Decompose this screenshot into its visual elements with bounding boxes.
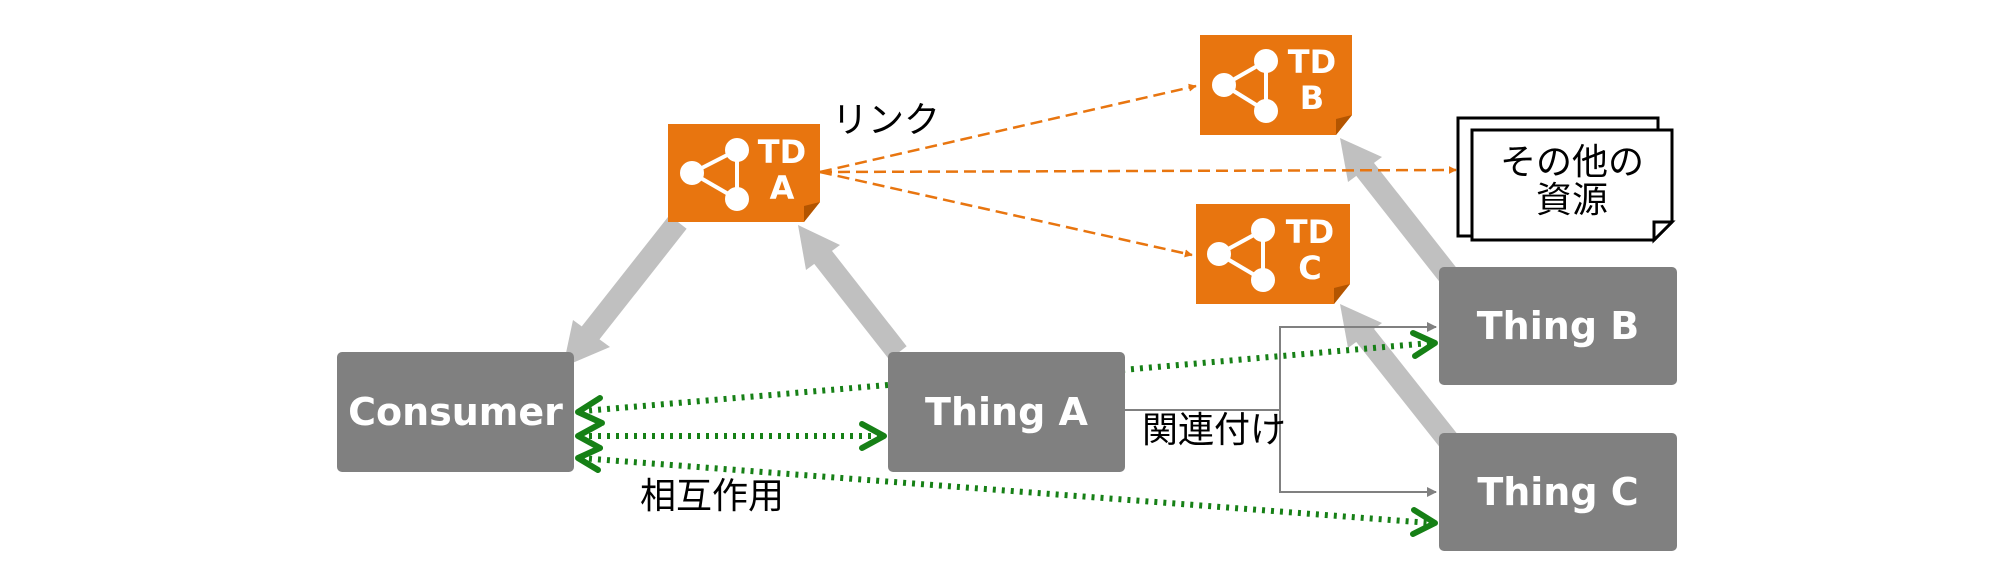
- other-resources-line2: 資源: [1536, 180, 1608, 221]
- td-b-label-top: TD: [1288, 43, 1336, 81]
- consumer-node: Consumer: [337, 352, 574, 472]
- td-a-label-top: TD: [758, 133, 806, 171]
- green-arrowhead: [859, 421, 887, 451]
- td-b-label-bottom: B: [1300, 79, 1324, 117]
- td-a-doc: TD A: [668, 124, 820, 222]
- link-to-td-c: [819, 170, 1193, 258]
- interaction-thing-a-to-consumer: [583, 382, 889, 414]
- td-a-label-bottom: A: [770, 169, 795, 207]
- interaction-label: 相互作用: [640, 476, 784, 517]
- consumer-label: Consumer: [348, 390, 563, 434]
- other-resources-doc: その他の 資源: [1456, 116, 1676, 244]
- thing-c-node: Thing C: [1439, 433, 1677, 551]
- thing-a-label: Thing A: [925, 390, 1088, 434]
- link-label: リンク: [832, 100, 940, 141]
- td-c-label-top: TD: [1286, 213, 1334, 251]
- thing-b-node: Thing B: [1439, 267, 1677, 385]
- thing-c-label: Thing C: [1477, 470, 1638, 514]
- other-resources-line1: その他の: [1500, 142, 1644, 183]
- thing-b-label: Thing B: [1477, 304, 1639, 348]
- td-c-label-bottom: C: [1298, 249, 1321, 287]
- td-c-doc: TD C: [1196, 204, 1350, 304]
- thing-a-node: Thing A: [888, 352, 1125, 472]
- td-b-doc: TD B: [1200, 35, 1352, 135]
- association-label: 関連付け: [1142, 410, 1286, 451]
- wot-diagram: Consumer Thing A Thing B Thing C TD A TD…: [337, 35, 1677, 551]
- green-arrowhead: [1410, 330, 1438, 359]
